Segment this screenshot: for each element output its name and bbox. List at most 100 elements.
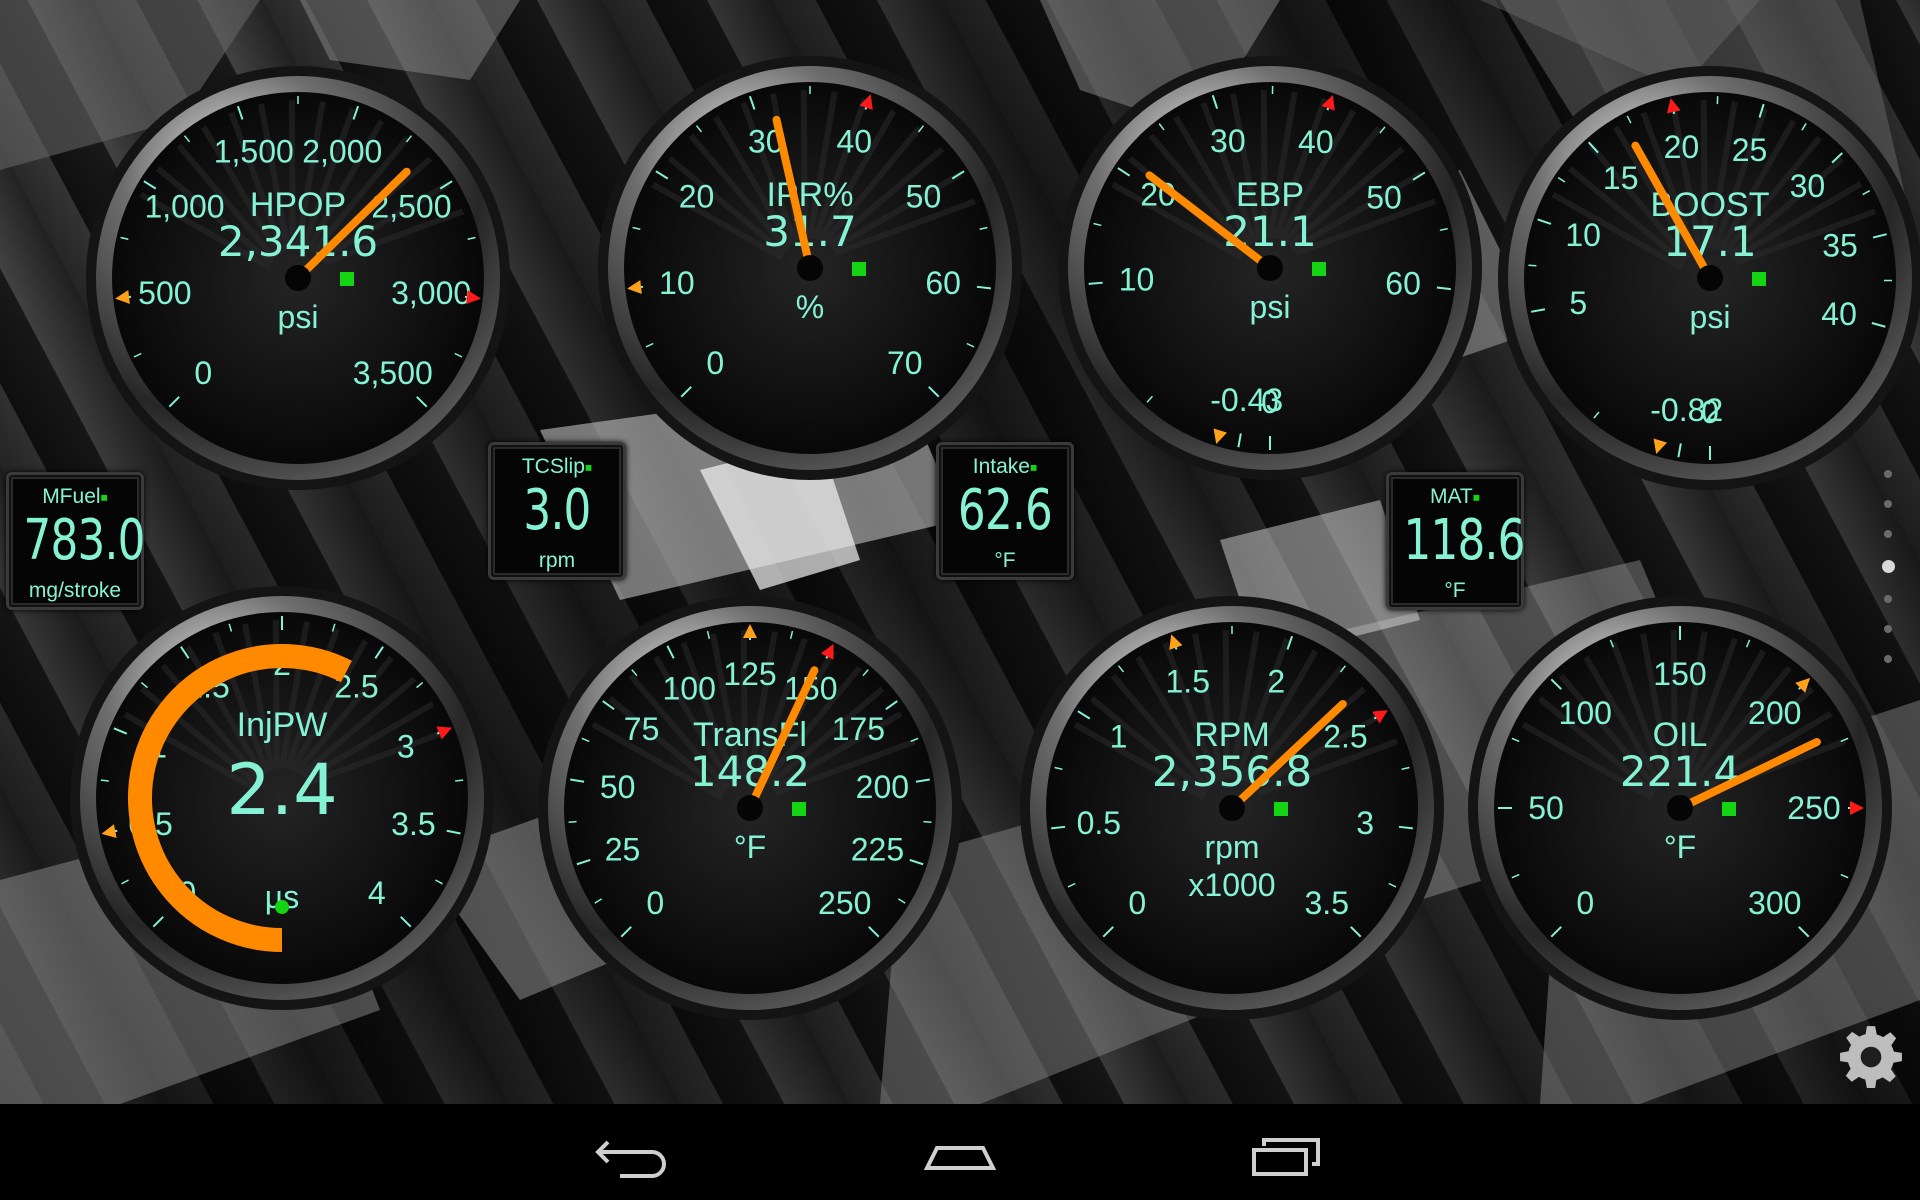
gauge-tick-label: 25 [1732, 132, 1768, 168]
gauge-minor-tick [568, 820, 577, 824]
page-dot[interactable] [1884, 470, 1892, 478]
gauge-ipr[interactable]: 0102030 40506070IPR%31.7% [588, 46, 1032, 490]
gauge-tick-label: 50 [1528, 790, 1564, 826]
gauge-tick-label: 3 [397, 729, 415, 765]
gauge-tick-label: 3.5 [1305, 885, 1349, 921]
gauge-tick-label: 30 [1210, 123, 1246, 159]
gauge-tick [1088, 281, 1103, 285]
readout-mfuel[interactable]: MFuel■ 783.0 mg/stroke [6, 472, 145, 610]
page-dot[interactable] [1884, 625, 1892, 633]
gauge-tick-label: 1 [1110, 719, 1128, 755]
readout-tcslip[interactable]: TCSlip■ 3.0 rpm [488, 442, 626, 580]
gauge-tick-label: 2 [1267, 664, 1285, 700]
gauge-tick-label: 1.5 [1166, 664, 1210, 700]
gauge-tick-label: 60 [925, 265, 961, 301]
readout-mat[interactable]: MAT■ 118.6 °F [1386, 472, 1526, 610]
gear-icon[interactable] [1838, 1024, 1904, 1090]
gauge-unit: °F [734, 829, 766, 865]
gauge-unit: psi [1690, 299, 1731, 335]
gauge-unit: psi [1250, 289, 1291, 325]
gauge-tick-label: -0.82 [1650, 392, 1723, 428]
status-indicator [852, 262, 866, 276]
gauge-tick-label: 60 [1385, 266, 1421, 302]
gauge-tick-label: 250 [1787, 790, 1840, 826]
needle-hub [1697, 265, 1723, 291]
readout-intake[interactable]: Intake■ 62.6 °F [936, 442, 1074, 580]
gauge-tick-label: 0 [1576, 885, 1594, 921]
status-indicator [340, 272, 354, 286]
gauge-tick-label: 50 [906, 179, 942, 215]
status-dot: ■ [1029, 460, 1038, 475]
recent-apps-icon[interactable] [1232, 1118, 1342, 1188]
back-icon[interactable] [580, 1118, 690, 1188]
gauge-unit: % [796, 289, 824, 325]
gauge-minor-tick [1528, 264, 1537, 267]
gauge-tick-label: 3,000 [391, 275, 471, 311]
gauge-tick-label: 20 [679, 179, 715, 215]
needle-hub [1219, 795, 1245, 821]
gauge-tick-label: 30 [1790, 168, 1826, 204]
gauge-tick-label: 500 [138, 275, 191, 311]
readout-label: TCSlip■ [521, 455, 593, 478]
readout-label: MAT■ [1429, 485, 1481, 508]
gauge-tick-label: 3 [1356, 805, 1374, 841]
gauge-unit: psi [278, 299, 319, 335]
status-dot: ■ [1472, 490, 1481, 505]
gauge-ebp[interactable]: 0102030 405060-0.43EBP21.1psi [1048, 46, 1492, 490]
gauge-oil[interactable]: 050100150200250300OIL221.4°F [1458, 586, 1902, 1030]
page-dot[interactable] [1884, 530, 1892, 538]
gauge-tick-label: 15 [1603, 160, 1639, 196]
gauge-tick-label: 225 [851, 831, 904, 867]
readout-unit: °F [994, 549, 1016, 572]
gauge-tick-label: 200 [856, 769, 909, 805]
gauge-injpw[interactable]: 00.511.522.533.54InjPW2.4µs [60, 576, 504, 1020]
page-dot[interactable] [1884, 500, 1892, 508]
readout-label: Intake■ [972, 455, 1038, 478]
readout-unit: mg/stroke [28, 579, 122, 602]
gauge-tick-label: 10 [659, 265, 695, 301]
status-dot: ■ [100, 490, 108, 505]
gauge-boost[interactable]: 05101520 25303540-0.82BOOST17.1psi [1488, 56, 1920, 500]
gauge-tick-label: 125 [723, 656, 776, 692]
home-icon[interactable] [905, 1118, 1015, 1188]
page-indicator[interactable] [1880, 470, 1896, 685]
gauge-tick-label: 2,000 [302, 134, 382, 170]
gauge-tick-label: 10 [1119, 262, 1155, 298]
gauge-tick-label: 20 [1664, 129, 1700, 165]
gauge-tick-label: 0 [1128, 885, 1146, 921]
gauge-transfl[interactable]: 0255075100 125 150175200225250TransFl148.2… [528, 586, 972, 1030]
needle-hub [1667, 795, 1693, 821]
gauge-tick-label: 0 [706, 345, 724, 381]
gauge-tick-label: 3.5 [391, 806, 435, 842]
gauge-unit: rpm [1204, 829, 1259, 865]
gauge-minor-tick [455, 779, 464, 782]
readout-value: 3.0 [523, 478, 591, 543]
gauge-tick-label: 75 [624, 711, 660, 747]
needle-hub [285, 265, 311, 291]
gauge-tick-label: 4 [368, 875, 386, 911]
needle-hub [737, 795, 763, 821]
gauge-tick-label: 3,500 [353, 355, 433, 391]
status-indicator [275, 900, 289, 914]
gauge-tick-label: 35 [1822, 228, 1858, 264]
page-dot[interactable] [1884, 655, 1892, 663]
gauge-tick-label: 50 [1366, 180, 1402, 216]
gauge-rpm[interactable]: 00.511.5 22.533.5RPM2,356.8rpmx1000 [1010, 586, 1454, 1030]
page-dot[interactable] [1881, 560, 1895, 573]
page-dot[interactable] [1884, 595, 1892, 603]
status-indicator [1752, 272, 1766, 286]
gauge-tick-label: 40 [1298, 124, 1334, 160]
gauge-tick-label: 70 [887, 345, 923, 381]
gauge-unit-multiplier: x1000 [1188, 867, 1275, 903]
gauge-minor-tick [100, 779, 109, 782]
gauge-tick-label: 2.5 [1323, 719, 1367, 755]
gauge-hpop[interactable]: 05001,0001,500 2,0002,5003,0003,500HPOP2,… [76, 56, 520, 500]
status-indicator [1274, 802, 1288, 816]
gauge-tick-label: 1,500 [214, 134, 294, 170]
gauge-value: 21.1 [1223, 207, 1317, 256]
readout-unit: rpm [538, 549, 576, 572]
status-indicator [792, 802, 806, 816]
readout-value: 118.6 [1403, 508, 1526, 573]
gauge-title: InjPW [237, 706, 328, 744]
gauge-tick-label: 100 [662, 671, 715, 707]
